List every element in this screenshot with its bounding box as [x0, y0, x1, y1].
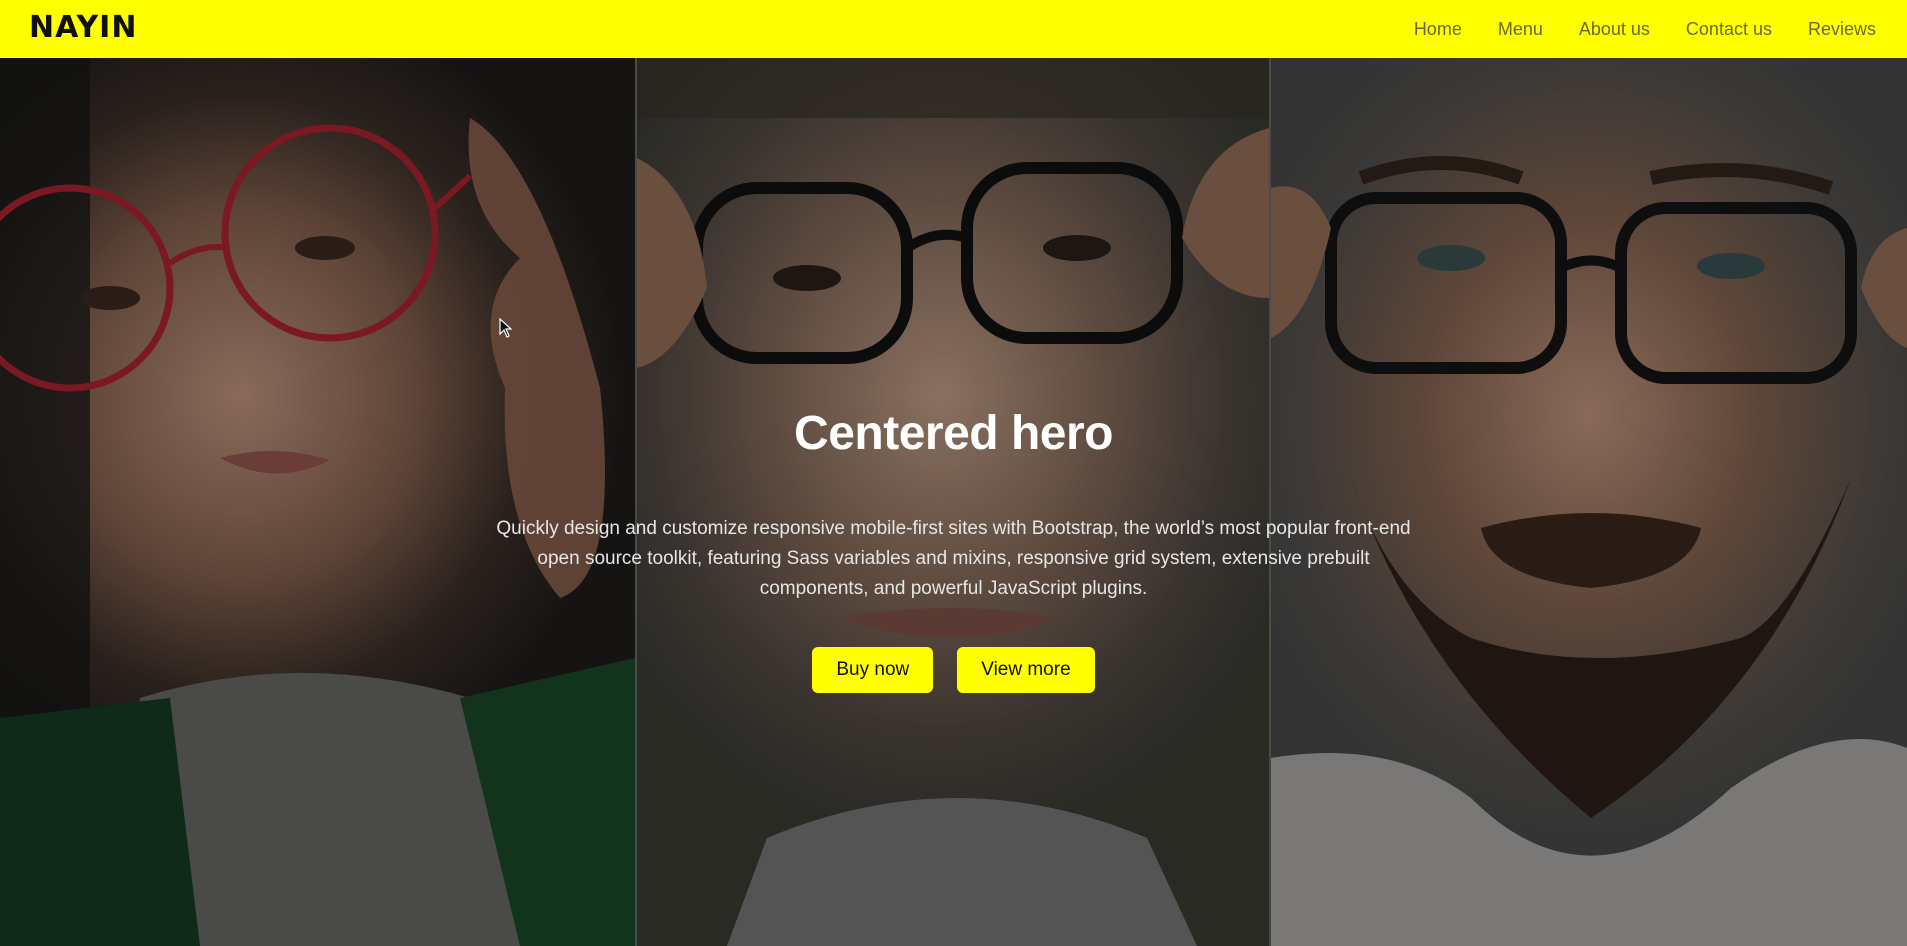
hero-section: Centered hero Quickly design and customi… — [0, 58, 1907, 946]
nav-item-contact-us[interactable]: Contact us — [1686, 19, 1772, 40]
nav-item-menu[interactable]: Menu — [1498, 19, 1543, 40]
nav-item-about-us[interactable]: About us — [1579, 19, 1650, 40]
navbar: NAYIN Home Menu About us Contact us Revi… — [0, 0, 1907, 58]
hero-title: Centered hero — [794, 407, 1113, 460]
brand-logo[interactable]: NAYIN — [29, 12, 137, 44]
nav-links: Home Menu About us Contact us Reviews — [1414, 0, 1876, 58]
buy-now-button[interactable]: Buy now — [812, 647, 934, 694]
nav-item-home[interactable]: Home — [1414, 19, 1462, 40]
mouse-cursor-icon — [499, 318, 513, 338]
hero-content: Centered hero Quickly design and customi… — [0, 58, 1907, 946]
nav-item-reviews[interactable]: Reviews — [1808, 19, 1876, 40]
hero-lead: Quickly design and customize responsive … — [496, 518, 1411, 600]
hero-buttons: Buy now View more — [812, 647, 1095, 694]
view-more-button[interactable]: View more — [957, 647, 1095, 694]
